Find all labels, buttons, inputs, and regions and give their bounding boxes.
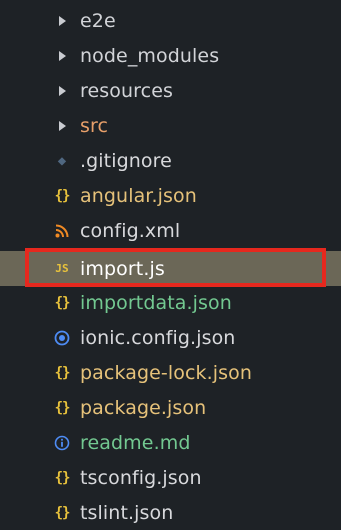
tree-file-package-lock-json[interactable]: {} package-lock.json <box>0 355 341 390</box>
tree-item-label: e2e <box>80 9 116 32</box>
tree-file-gitignore[interactable]: ◆ .gitignore <box>0 143 341 178</box>
json-icon: {} <box>54 399 71 416</box>
tree-file-importdata-json[interactable]: {} importdata.json <box>0 285 341 320</box>
tree-item-label: .gitignore <box>80 149 172 172</box>
file-explorer-tree: e2e node_modules resources src ◆ .gitign… <box>0 0 341 524</box>
chevron-right-icon[interactable] <box>59 85 66 96</box>
tree-file-angular-json[interactable]: {} angular.json <box>0 178 341 213</box>
tree-item-label: ionic.config.json <box>80 326 236 349</box>
tree-item-label: package-lock.json <box>80 361 253 384</box>
json-icon: {} <box>54 294 71 311</box>
tree-folder-e2e[interactable]: e2e <box>0 3 341 38</box>
json-icon: {} <box>54 504 71 521</box>
tree-item-label: src <box>80 114 109 137</box>
tree-file-readme-md[interactable]: readme.md <box>0 425 341 460</box>
tree-item-label: readme.md <box>80 431 191 454</box>
tree-item-label: resources <box>80 79 173 102</box>
tree-item-label: node_modules <box>80 44 220 67</box>
tree-folder-src[interactable]: src <box>0 108 341 143</box>
tree-file-tslint-json[interactable]: {} tslint.json <box>0 495 341 530</box>
chevron-right-icon[interactable] <box>59 120 66 131</box>
tree-item-label: tsconfig.json <box>80 466 202 489</box>
tree-item-label: importdata.json <box>80 291 232 314</box>
tree-file-package-json[interactable]: {} package.json <box>0 390 341 425</box>
tree-item-label: config.xml <box>80 219 181 242</box>
info-icon <box>50 431 74 455</box>
tree-item-label: import.js <box>80 257 165 280</box>
tree-file-config-xml[interactable]: config.xml <box>0 213 341 248</box>
json-icon: {} <box>54 469 71 486</box>
ionic-icon <box>50 326 74 350</box>
rss-icon <box>50 219 74 243</box>
chevron-right-icon[interactable] <box>59 15 66 26</box>
git-icon: ◆ <box>57 152 67 169</box>
json-icon: {} <box>54 364 71 381</box>
tree-file-tsconfig-json[interactable]: {} tsconfig.json <box>0 460 341 495</box>
tree-file-ionic-config-json[interactable]: ionic.config.json <box>0 320 341 355</box>
javascript-icon: JS <box>55 262 69 275</box>
tree-item-label: tslint.json <box>80 501 174 524</box>
chevron-right-icon[interactable] <box>59 50 66 61</box>
json-icon: {} <box>54 187 71 204</box>
tree-file-import-js[interactable]: JS import.js <box>0 251 341 286</box>
tree-item-label: angular.json <box>80 184 197 207</box>
tree-folder-node-modules[interactable]: node_modules <box>0 38 341 73</box>
tree-item-label: package.json <box>80 396 207 419</box>
tree-folder-resources[interactable]: resources <box>0 73 341 108</box>
